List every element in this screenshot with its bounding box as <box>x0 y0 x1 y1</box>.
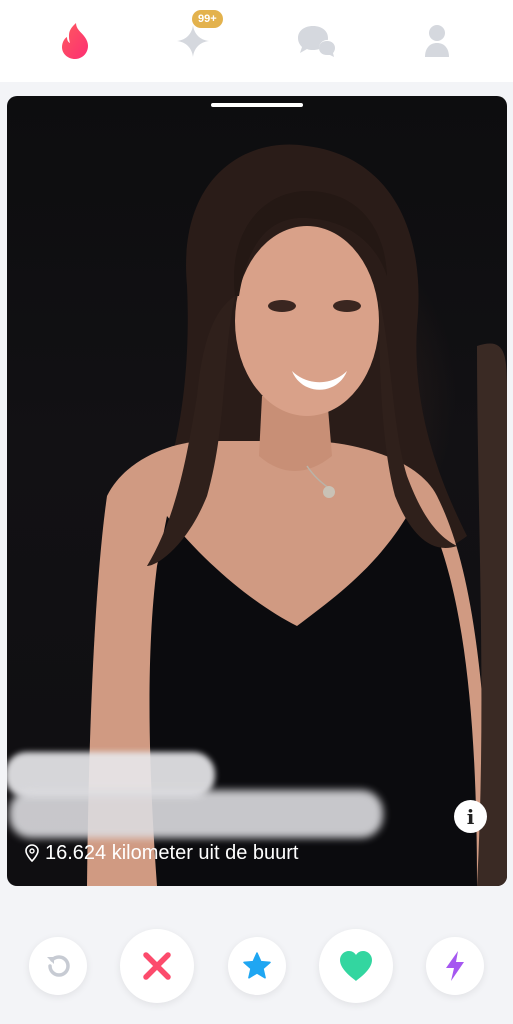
nope-button[interactable] <box>120 929 194 1003</box>
app-screen: 99+ 16.624 kilometer uit de buurt i <box>0 0 513 1024</box>
action-bar <box>0 908 513 1024</box>
rewind-button[interactable] <box>29 937 87 995</box>
lightning-icon <box>446 951 464 981</box>
top-nav: 99+ <box>0 0 513 82</box>
sparkle-icon <box>177 25 209 57</box>
distance-text: 16.624 kilometer uit de buurt <box>45 841 299 864</box>
heart-icon <box>340 951 372 981</box>
distance-info: 16.624 kilometer uit de buurt <box>25 840 299 866</box>
like-button[interactable] <box>319 929 393 1003</box>
nav-messages[interactable] <box>294 18 340 64</box>
boost-button[interactable] <box>426 937 484 995</box>
nav-profile[interactable] <box>414 18 460 64</box>
close-icon <box>143 952 171 980</box>
rewind-icon <box>47 955 70 977</box>
photo-indicator <box>211 103 303 107</box>
location-pin-icon <box>25 844 39 862</box>
profile-card[interactable]: 16.624 kilometer uit de buurt i <box>7 96 507 886</box>
profile-info-button[interactable]: i <box>454 800 487 833</box>
star-icon <box>243 952 271 979</box>
info-icon: i <box>466 804 475 829</box>
super-like-button[interactable] <box>228 937 286 995</box>
likes-count-badge: 99+ <box>192 10 223 28</box>
bio-redacted <box>9 790 383 838</box>
chat-bubbles-icon <box>298 26 335 57</box>
profile-icon <box>425 25 449 57</box>
flame-icon <box>62 23 88 59</box>
nav-discover[interactable] <box>52 18 98 64</box>
nav-gold-likes[interactable]: 99+ <box>170 10 223 64</box>
